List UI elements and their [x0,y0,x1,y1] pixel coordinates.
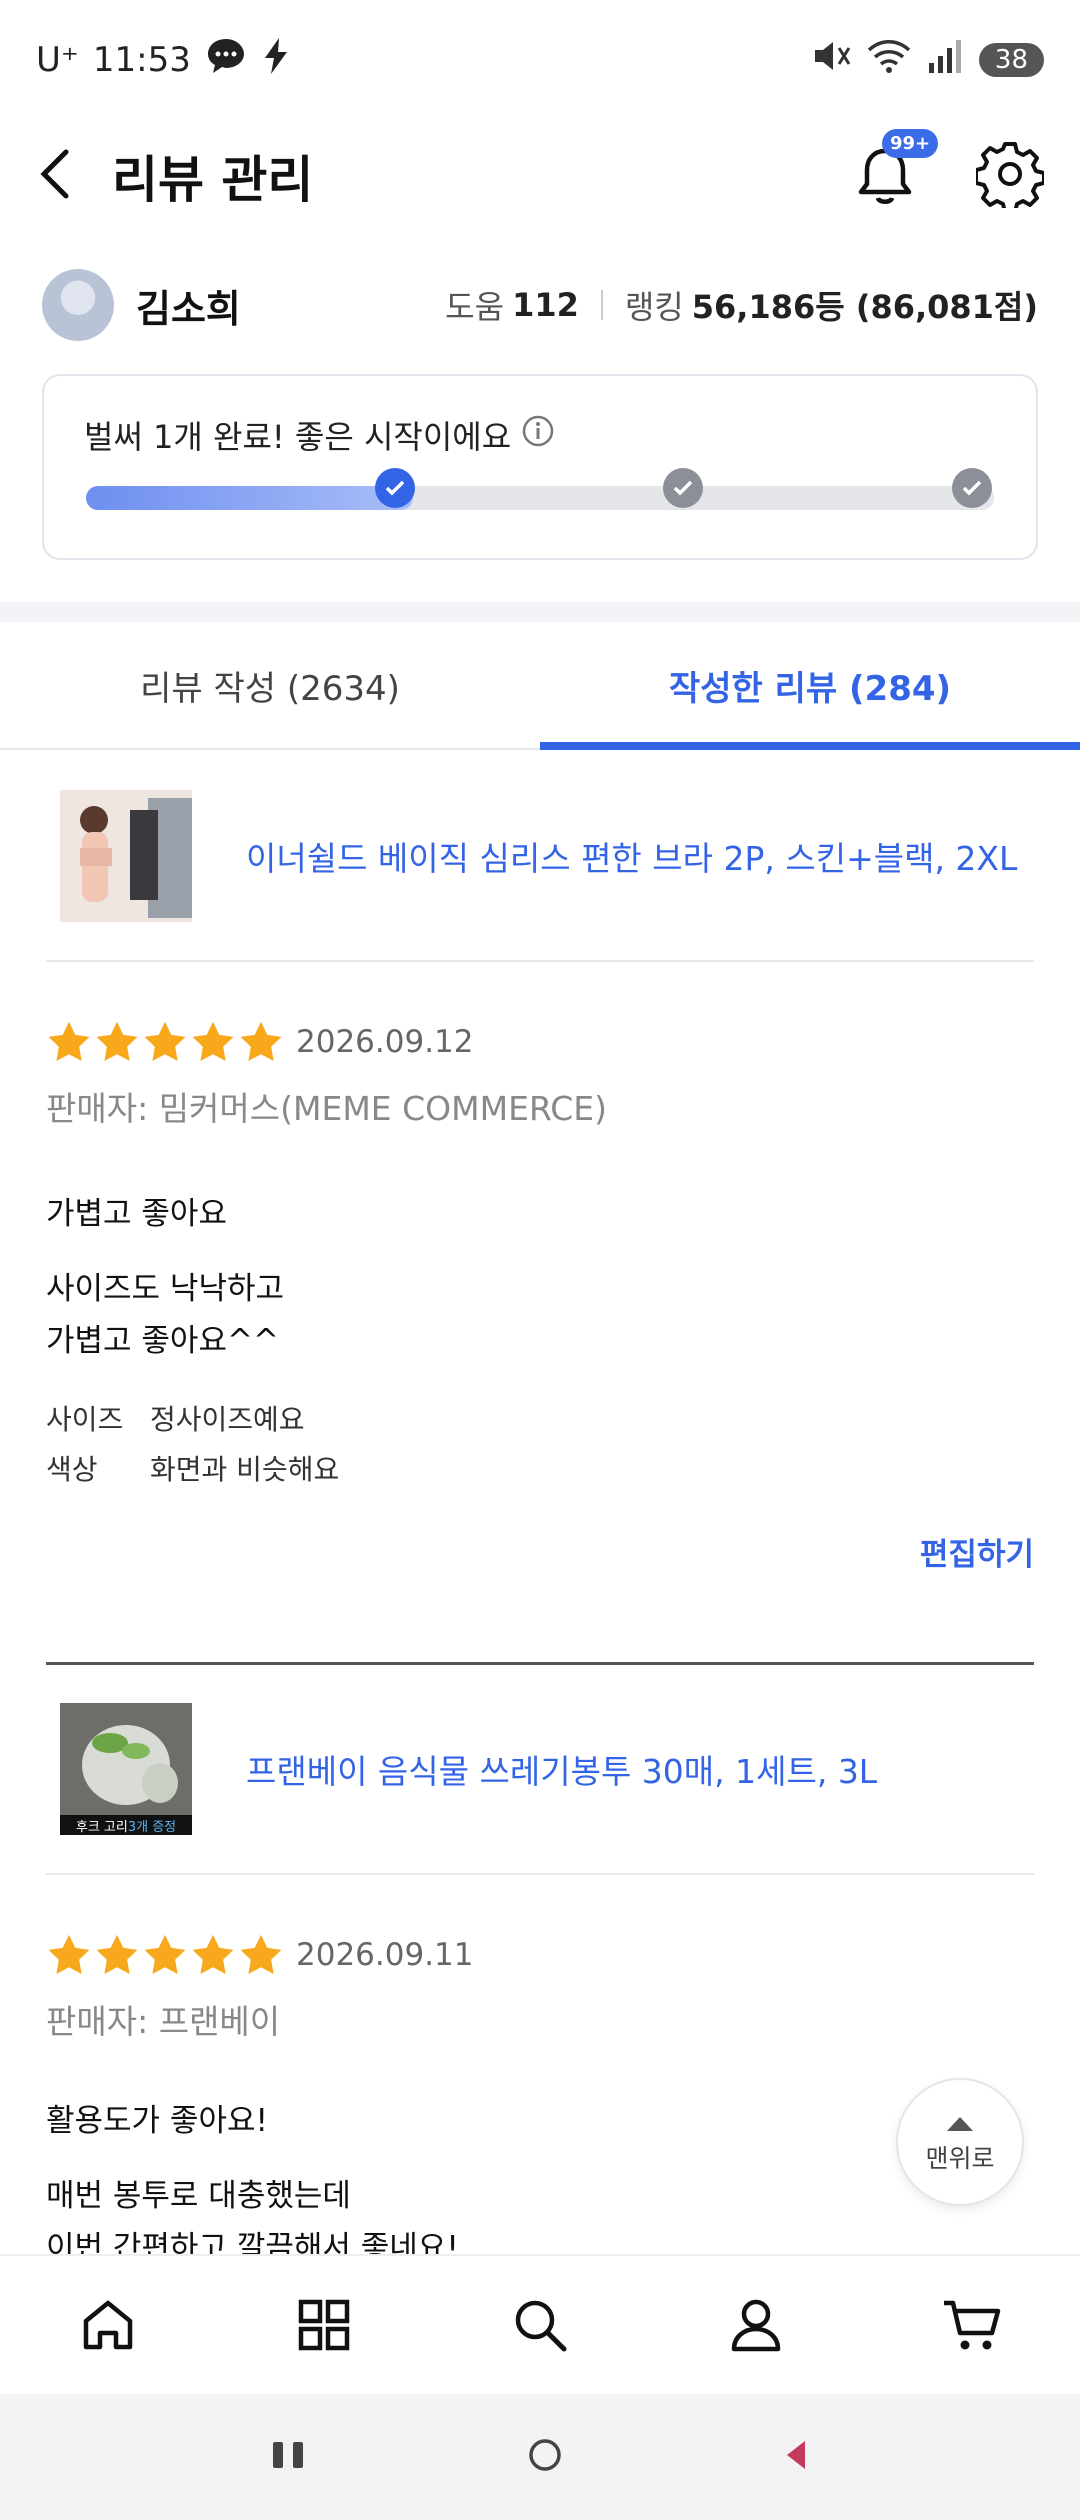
nav-search[interactable] [490,2275,590,2375]
carrier-label: U⁺ [36,40,79,80]
stats-divider [600,290,603,320]
ranking-value: 56,186등 (86,081점) [691,288,1038,326]
bolt-icon [261,36,291,85]
progress-card: 벌써 1개 완료! 좋은 시작이에요 [42,374,1038,560]
back-triangle-icon[interactable] [781,2437,811,2477]
star-icon [192,1934,234,1974]
product-thumbnail[interactable]: 후크 고리 3개 증정 [60,1703,192,1835]
progress-message: 벌써 1개 완료! 좋은 시작이에요 [84,418,512,456]
system-navigation [0,2394,1080,2520]
signal-icon [927,39,963,82]
review-attributes: 사이즈 정사이즈예요 색상 화면과 비슷해요 [46,1393,1034,1493]
check-icon [962,480,982,496]
grid-icon [298,2299,350,2351]
clock: 11:53 [92,40,191,80]
review-item: 이너쉴드 베이직 심리스 편한 브라 2P, 스킨+블랙, 2XL 2026.0… [0,752,1080,1574]
progress-step-2 [663,468,703,508]
page-title: 리뷰 관리 [112,151,314,209]
nav-my-page[interactable] [706,2275,806,2375]
wifi-icon [867,38,911,83]
review-tabs: 리뷰 작성 (2634) 작성한 리뷰 (284) [0,622,1080,750]
gear-icon[interactable] [974,140,1046,214]
product-row[interactable]: 후크 고리 3개 증정 프랜베이 음식물 쓰레기봉투 30매, 1세트, 3L [46,1665,1034,1875]
tab-written-reviews[interactable]: 작성한 리뷰 (284) [540,622,1080,750]
check-icon [673,480,693,496]
recent-apps-icon[interactable] [269,2438,309,2476]
info-icon[interactable] [521,414,555,456]
review-date: 2026.09.12 [296,1024,474,1060]
nav-home[interactable] [58,2275,158,2375]
nav-categories[interactable] [274,2275,374,2375]
star-rating [46,1020,284,1064]
review-body-line: 매번 봉투로 대충했는데 [46,2178,351,2214]
attr-size-value: 정사이즈예요 [150,1403,305,1436]
avatar [42,269,114,341]
star-icon [144,1934,186,1974]
mute-icon [811,38,851,83]
review-body-line: 사이즈도 낙낙하고 [46,1271,285,1307]
cart-icon [944,2300,1001,2350]
help-label: 도움 [445,288,505,326]
section-divider [0,602,1080,622]
star-icon [144,1021,186,1061]
star-icon [48,1934,90,1974]
home-circle-icon[interactable] [527,2437,563,2477]
review-title: 가볍고 좋아요 [46,1196,227,1232]
thumbnail-caption: 후크 고리 3개 증정 [60,1815,192,1835]
seller-name: 판매자: 밈커머스(MEME COMMERCE) [46,1089,608,1128]
star-icon [192,1021,234,1061]
attr-color-label: 색상 [46,1453,98,1486]
profile-summary: 김소희 도움 112 랭킹 56,186등 (86,081점) [0,262,1080,348]
star-icon [240,1021,282,1061]
star-icon [96,1934,138,1974]
bell-icon [850,148,920,215]
status-bar: U⁺ 11:53 38 [0,0,1080,120]
user-icon [731,2299,781,2352]
star-icon [48,1021,90,1061]
seller-name: 판매자: 프랜베이 [46,2002,281,2041]
tab-write-review[interactable]: 리뷰 작성 (2634) [0,622,540,748]
attr-size-label: 사이즈 [46,1403,124,1436]
review-body: 사이즈도 낙낙하고 가볍고 좋아요^^ [46,1263,1034,1367]
edit-review-button[interactable]: 편집하기 [46,1529,1034,1574]
star-icon [96,1021,138,1061]
review-body-line: 가볍고 좋아요^^ [46,1323,279,1359]
caret-up-icon [945,2110,975,2139]
app-header: 리뷰 관리 99+ [0,120,1080,232]
scroll-to-top-button[interactable]: 맨위로 [896,2078,1024,2206]
product-name[interactable]: 이너쉴드 베이직 심리스 편한 브라 2P, 스킨+블랙, 2XL [246,832,1017,880]
battery-indicator: 38 [978,43,1044,77]
profile-stats: 도움 112 랭킹 56,186등 (86,081점) [445,282,1038,328]
ranking-label: 랭킹 [624,288,684,326]
notification-button[interactable]: 99+ [850,129,939,211]
back-arrow-icon[interactable] [36,146,72,206]
review-date: 2026.09.11 [296,1937,474,1973]
star-rating [46,1933,284,1977]
star-icon [240,1934,282,1974]
chat-bubble-icon [205,36,247,85]
progress-fill [86,486,413,510]
thumbnail-caption-text: 후크 고리 [75,1819,128,1835]
profile-name: 김소희 [136,286,241,331]
scroll-to-top-label: 맨위로 [925,2143,995,2173]
nav-cart[interactable] [922,2275,1022,2375]
help-value: 112 [512,286,579,324]
product-name[interactable]: 프랜베이 음식물 쓰레기봉투 30매, 1세트, 3L [246,1745,877,1793]
bottom-navigation [0,2254,1080,2394]
attr-color-value: 화면과 비슷해요 [150,1453,340,1486]
notification-badge: 99+ [882,129,939,158]
product-thumbnail[interactable] [60,790,192,922]
progress-track [86,486,994,510]
product-row[interactable]: 이너쉴드 베이직 심리스 편한 브라 2P, 스킨+블랙, 2XL [46,752,1034,962]
progress-step-3 [952,468,992,508]
progress-step-1 [375,468,415,508]
thumbnail-caption-highlight: 3개 증정 [127,1819,177,1835]
home-icon [83,2300,133,2350]
search-icon [515,2300,567,2352]
check-icon [385,480,405,496]
review-title: 활용도가 좋아요! [46,2103,268,2139]
